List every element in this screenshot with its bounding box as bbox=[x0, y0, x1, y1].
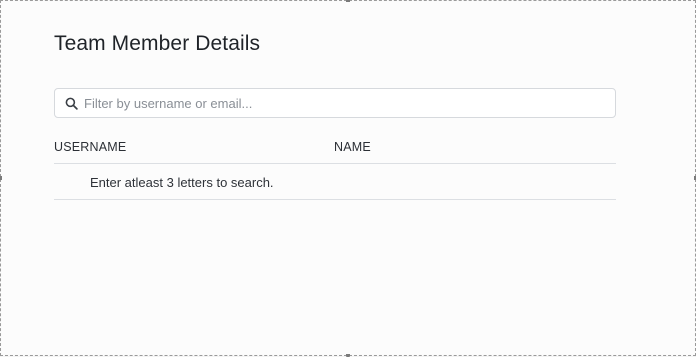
column-header-username[interactable]: USERNAME bbox=[54, 140, 126, 154]
dialog-panel: Team Member Details USERNAME NAME Enter … bbox=[2, 2, 694, 354]
dialog-frame: Team Member Details USERNAME NAME Enter … bbox=[0, 0, 696, 357]
table-bottom-divider bbox=[54, 199, 616, 200]
dialog-title: Team Member Details bbox=[54, 32, 261, 55]
header-divider bbox=[54, 163, 616, 164]
empty-state-message: Enter atleast 3 letters to search. bbox=[90, 175, 274, 190]
search-input[interactable] bbox=[84, 90, 604, 116]
search-icon bbox=[64, 96, 78, 110]
search-box[interactable] bbox=[54, 88, 616, 118]
column-header-name[interactable]: NAME bbox=[334, 140, 371, 154]
